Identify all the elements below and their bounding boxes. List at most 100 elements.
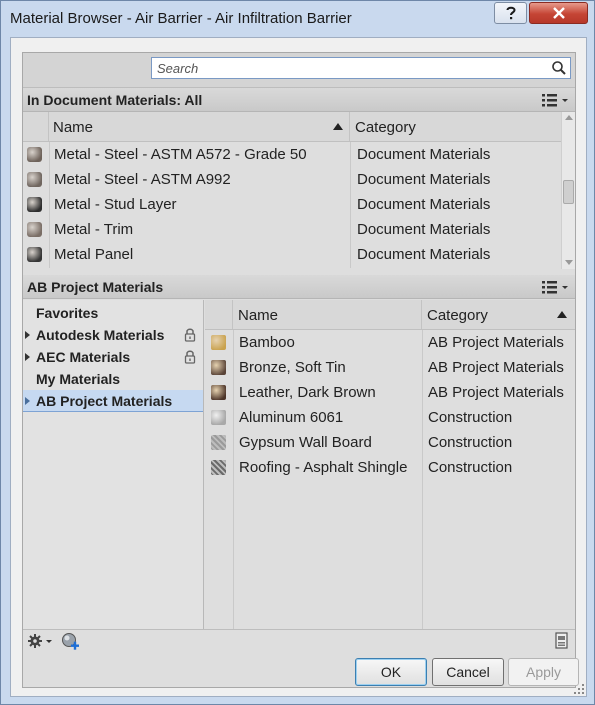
material-swatch bbox=[211, 335, 226, 350]
table-row[interactable]: Roofing - Asphalt Shingle Construction bbox=[205, 455, 575, 480]
table-row[interactable]: Bamboo AB Project Materials bbox=[205, 330, 575, 355]
library-title: AB Project Materials bbox=[27, 279, 164, 295]
material-category: AB Project Materials bbox=[428, 384, 564, 401]
cancel-button[interactable]: Cancel bbox=[432, 658, 504, 686]
library-materials-list: Bamboo AB Project Materials Bronze, Soft T… bbox=[205, 330, 575, 629]
title-bar[interactable]: Material Browser - Air Barrier - Air Inf… bbox=[1, 1, 594, 37]
library-view-options-button[interactable] bbox=[541, 279, 571, 295]
scroll-up-arrow-icon[interactable] bbox=[565, 115, 573, 120]
material-browser-window: Material Browser - Air Barrier - Air Inf… bbox=[0, 0, 595, 705]
sort-ascending-icon bbox=[333, 123, 343, 130]
table-row[interactable]: Bronze, Soft Tin AB Project Materials bbox=[205, 355, 575, 380]
table-row[interactable]: Metal - Steel - ASTM A992 Document Materi… bbox=[23, 167, 561, 192]
library-tree-item[interactable]: AEC Materials bbox=[23, 346, 203, 368]
document-materials-title: In Document Materials: All bbox=[27, 92, 203, 108]
material-swatch bbox=[211, 360, 226, 375]
document-list-scrollbar[interactable] bbox=[561, 112, 575, 269]
swatch-column-header bbox=[23, 112, 49, 141]
apply-button[interactable]: Apply bbox=[508, 658, 579, 686]
library-tree-label: Favorites bbox=[36, 305, 99, 321]
material-name: Gypsum Wall Board bbox=[239, 434, 372, 451]
material-name: Bronze, Soft Tin bbox=[239, 359, 346, 376]
material-swatch bbox=[211, 435, 226, 450]
document-materials-list: Metal - Steel - ASTM A572 - Grade 50 Docu… bbox=[23, 142, 561, 268]
name-column-label: Name bbox=[238, 307, 279, 324]
list-view-icon bbox=[542, 94, 568, 107]
doc-view-options-button[interactable] bbox=[541, 92, 571, 108]
close-icon bbox=[552, 7, 565, 19]
library-name-column-header[interactable]: Name bbox=[233, 300, 422, 329]
scroll-down-arrow-icon[interactable] bbox=[565, 260, 573, 265]
toggle-material-editor-button[interactable] bbox=[555, 632, 569, 650]
create-material-button[interactable] bbox=[61, 632, 79, 650]
library-tree: Favorites Autodesk Materials AEC Materials… bbox=[23, 300, 204, 630]
window-title: Material Browser - Air Barrier - Air Inf… bbox=[10, 10, 352, 27]
material-category: Document Materials bbox=[357, 146, 491, 163]
table-row[interactable]: Metal Panel Document Materials bbox=[23, 242, 561, 267]
library-header: AB Project Materials bbox=[23, 275, 575, 299]
table-row[interactable]: Aluminum 6061 Construction bbox=[205, 405, 575, 430]
library-category-column-header[interactable]: Category bbox=[422, 300, 575, 329]
material-swatch bbox=[27, 247, 42, 262]
table-row[interactable]: Metal - Steel - ASTM A572 - Grade 50 Docu… bbox=[23, 142, 561, 167]
resize-grip-icon[interactable] bbox=[573, 683, 585, 695]
material-category: Document Materials bbox=[357, 196, 491, 213]
sort-ascending-icon bbox=[557, 311, 567, 318]
list-view-icon bbox=[542, 281, 568, 294]
swatch-column-header bbox=[205, 300, 233, 329]
material-name: Roofing - Asphalt Shingle bbox=[239, 459, 408, 476]
library-tree-item[interactable]: Autodesk Materials bbox=[23, 324, 203, 346]
table-row[interactable]: Metal - Stud Layer Document Materials bbox=[23, 192, 561, 217]
search-box[interactable] bbox=[151, 57, 571, 79]
expand-arrow-icon[interactable] bbox=[25, 331, 30, 339]
material-name: Leather, Dark Brown bbox=[239, 384, 376, 401]
material-name: Metal - Stud Layer bbox=[54, 196, 177, 213]
table-row[interactable]: Leather, Dark Brown AB Project Materials bbox=[205, 380, 575, 405]
library-tree-item[interactable]: AB Project Materials bbox=[23, 390, 203, 412]
library-tree-label: My Materials bbox=[36, 371, 121, 387]
material-category: AB Project Materials bbox=[428, 334, 564, 351]
material-category: Document Materials bbox=[357, 246, 491, 263]
material-swatch bbox=[27, 147, 42, 162]
category-column-label: Category bbox=[355, 119, 416, 136]
dialog-footer: OK Cancel Apply bbox=[23, 629, 579, 687]
name-column-header[interactable]: Name bbox=[49, 112, 350, 141]
material-category: Document Materials bbox=[357, 171, 491, 188]
gear-icon bbox=[28, 634, 52, 648]
add-material-icon bbox=[62, 633, 79, 650]
material-name: Metal - Trim bbox=[54, 221, 134, 238]
category-column-header[interactable]: Category bbox=[350, 112, 561, 141]
material-name: Metal - Steel - ASTM A572 - Grade 50 bbox=[54, 146, 307, 163]
library-tree-item[interactable]: My Materials bbox=[23, 368, 203, 390]
material-editor-icon bbox=[555, 632, 568, 649]
library-tree-label: AEC Materials bbox=[36, 349, 131, 365]
material-name: Metal Panel bbox=[54, 246, 134, 263]
material-swatch bbox=[211, 460, 226, 475]
category-column-label: Category bbox=[427, 307, 488, 324]
material-category: Construction bbox=[428, 434, 513, 451]
material-category: Construction bbox=[428, 459, 513, 476]
material-swatch bbox=[27, 197, 42, 212]
help-button[interactable] bbox=[494, 2, 527, 24]
expand-arrow-icon[interactable] bbox=[25, 353, 30, 361]
table-row[interactable]: Metal - Trim Document Materials bbox=[23, 217, 561, 242]
search-icon[interactable] bbox=[551, 60, 567, 76]
material-name: Aluminum 6061 bbox=[239, 409, 344, 426]
material-category: Construction bbox=[428, 409, 513, 426]
browser-panel: In Document Materials: All Name bbox=[22, 52, 579, 688]
manage-library-button[interactable] bbox=[27, 633, 53, 649]
expand-arrow-icon[interactable] bbox=[25, 397, 30, 405]
document-list-scroll-thumb[interactable] bbox=[563, 180, 574, 204]
material-name: Metal - Steel - ASTM A992 bbox=[54, 171, 231, 188]
table-row[interactable]: Gypsum Wall Board Construction bbox=[205, 430, 575, 455]
library-tree-item[interactable]: Favorites bbox=[23, 302, 203, 324]
close-button[interactable] bbox=[529, 2, 588, 24]
search-input[interactable] bbox=[155, 60, 545, 76]
document-grid-header: Name Category bbox=[23, 112, 561, 142]
dialog-client-area: In Document Materials: All Name bbox=[10, 37, 587, 697]
material-category: Document Materials bbox=[357, 221, 491, 238]
ok-button[interactable]: OK bbox=[355, 658, 427, 686]
help-icon bbox=[506, 6, 516, 20]
library-grid-header: Name Category bbox=[205, 300, 575, 330]
name-column-label: Name bbox=[53, 119, 94, 136]
